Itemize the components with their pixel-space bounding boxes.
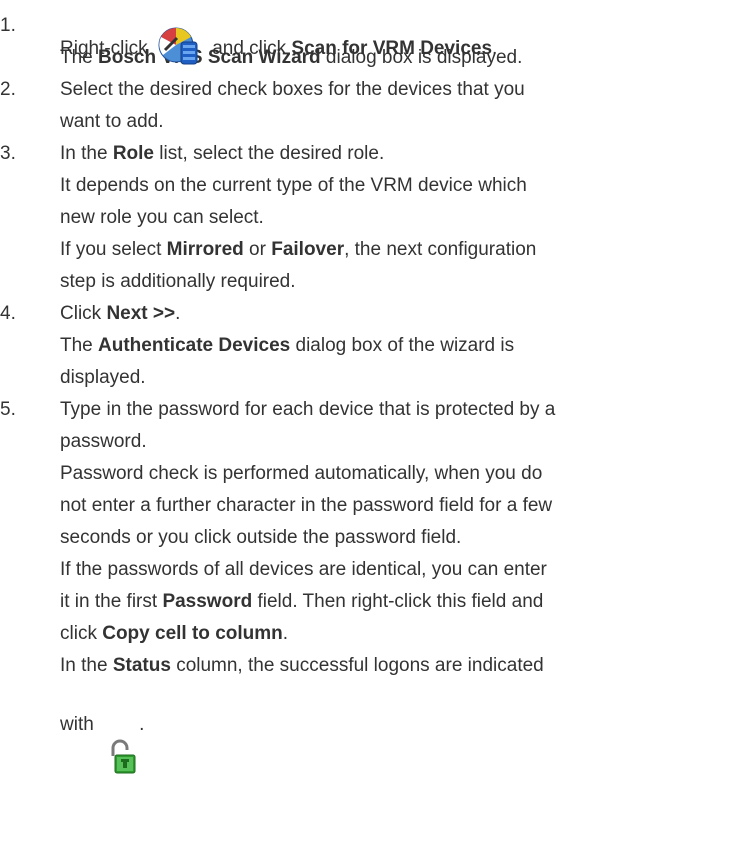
step-body: Select the desired check boxes for the d… xyxy=(60,74,750,138)
step-5-line-5: seconds or you click outside the passwor… xyxy=(60,527,462,548)
text: column, the successful logons are indica… xyxy=(176,655,544,676)
text: list, select the desired role. xyxy=(159,143,385,164)
vrm-device-icon xyxy=(157,24,203,79)
step-2-line-1: Select the desired check boxes for the d… xyxy=(60,79,525,100)
ui-term: Copy cell to column xyxy=(102,623,283,644)
step-4-line-2: The Authenticate Devices dialog box of t… xyxy=(60,330,750,362)
text: field. Then right-click this field and xyxy=(257,591,544,612)
ui-term: Mirrored xyxy=(166,239,244,260)
step-5-line-8: click Copy cell to column. xyxy=(60,618,750,650)
step-body: Click Next >>. The Authenticate Devices … xyxy=(60,298,750,394)
ui-term: Password xyxy=(162,591,253,612)
text: In the xyxy=(60,143,108,164)
step-4-line-3: displayed. xyxy=(60,367,146,388)
ui-term: Next >> xyxy=(106,303,176,324)
text: Click xyxy=(60,303,102,324)
ui-term: Role xyxy=(112,143,155,164)
step-5-line-7: it in the first Password field. Then rig… xyxy=(60,586,750,618)
step-number: 4. xyxy=(0,303,16,324)
ui-term: Authenticate Devices xyxy=(98,335,291,356)
step-body: In the Role list, select the desired rol… xyxy=(60,138,750,298)
text: it in the first xyxy=(60,591,158,612)
step-3-line-1: In the Role list, select the desired rol… xyxy=(60,138,750,170)
text: . xyxy=(282,623,289,644)
step-number: 5. xyxy=(0,399,16,420)
text: The xyxy=(60,335,93,356)
step-2-line-2: want to add. xyxy=(60,111,164,132)
step-5-line-9: In the Status column, the successful log… xyxy=(60,650,750,682)
step-body: Right-click and click Scan for VRM Devic… xyxy=(60,10,750,74)
text: If you select xyxy=(60,239,162,260)
step-5-line-6: If the passwords of all devices are iden… xyxy=(60,559,547,580)
step-5-line-4: not enter a further character in the pas… xyxy=(60,495,553,516)
ui-term: Status xyxy=(112,655,171,676)
step-1-line-1: Right-click and click Scan for VRM Devic… xyxy=(60,10,750,65)
step-body: Type in the password for each device tha… xyxy=(60,394,750,774)
step-3-line-3: new role you can select. xyxy=(60,207,264,228)
step-5-line-1: Type in the password for each device tha… xyxy=(60,399,556,420)
ui-term: Bosch VMS Scan Wizard xyxy=(98,47,321,68)
step-5-line-2: password. xyxy=(60,431,147,452)
text: dialog box of the wizard is xyxy=(295,335,515,356)
step-number: 3. xyxy=(0,143,16,164)
text: dialog box is displayed. xyxy=(325,47,523,68)
unlocked-padlock-icon xyxy=(105,728,139,774)
step-number: 1. xyxy=(0,15,16,36)
step-number: 2. xyxy=(0,79,16,100)
step-5-line-10: with . xyxy=(60,682,750,774)
text: or xyxy=(249,239,266,260)
step-3-line-4: If you select Mirrored or Failover, the … xyxy=(60,234,750,266)
text: . xyxy=(139,714,145,735)
text: click xyxy=(60,623,97,644)
text: The xyxy=(60,47,93,68)
instruction-document: 1. Right-click and click Scan for VRM De… xyxy=(0,0,755,868)
text: , the next configuration xyxy=(344,239,537,260)
text: . xyxy=(175,303,181,324)
text: with xyxy=(60,714,94,735)
ui-term: Failover xyxy=(271,239,345,260)
step-4-line-1: Click Next >>. xyxy=(60,298,750,330)
text: In the xyxy=(60,655,108,676)
step-5-line-3: Password check is performed automaticall… xyxy=(60,463,543,484)
step-3-line-2: It depends on the current type of the VR… xyxy=(60,175,527,196)
step-3-line-5: step is additionally required. xyxy=(60,271,296,292)
